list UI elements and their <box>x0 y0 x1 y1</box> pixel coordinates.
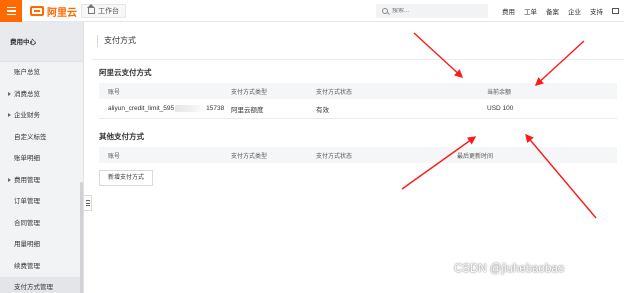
nav-tickets[interactable]: 工单 <box>524 6 537 16</box>
sidebar-item-payment-methods[interactable]: 支付方式管理 <box>0 277 83 293</box>
column-header-account: 账号 <box>108 153 121 160</box>
account-prefix: aliyun_credit_limit_595 <box>108 105 175 112</box>
watermark: CSDN @jiuhebaobao <box>454 263 565 275</box>
account-cell: aliyun_credit_limit_595 15738 <box>108 99 224 118</box>
caret-right-icon <box>8 177 11 182</box>
type-cell: 阿里云额度 <box>231 106 264 114</box>
home-icon <box>87 4 95 14</box>
sidebar-item-label: 企业财务 <box>14 112 40 119</box>
sidebar-item-label: 用量明细 <box>14 241 40 248</box>
other-payment-table-header: 账号 支付方式类型 支付方式状态 最后更新时间 <box>99 147 617 163</box>
caret-right-icon <box>8 113 11 118</box>
redaction-mask <box>175 105 206 112</box>
nav-filing[interactable]: 备案 <box>546 6 559 16</box>
message-icon[interactable] <box>612 8 619 14</box>
sidebar-item-account-overview[interactable]: 账户总览 <box>0 62 83 84</box>
sidebar-item-renewals[interactable]: 续费管理 <box>0 256 83 278</box>
aliyun-payment-section-title: 阿里云支付方式 <box>99 68 152 77</box>
add-payment-method-button[interactable]: 新增支付方式 <box>99 170 154 186</box>
sidebar-item-contracts[interactable]: 合同管理 <box>0 213 83 235</box>
other-payment-section-title: 其他支付方式 <box>99 132 144 141</box>
sidebar-collapse-handle[interactable] <box>84 195 92 211</box>
sidebar-item-custom-tags[interactable]: 自定义标签 <box>0 127 83 149</box>
workbench-label: 工作台 <box>98 8 119 15</box>
sidebar-item-fee-management[interactable]: 费用管理 <box>0 170 83 192</box>
page-title: 支付方式 <box>92 22 624 60</box>
status-cell: 有效 <box>316 106 329 114</box>
column-header-type: 支付方式类型 <box>231 89 268 96</box>
sidebar-item-consumption-overview[interactable]: 消费总览 <box>0 84 83 106</box>
workbench-button[interactable]: 工作台 <box>81 4 126 18</box>
balance-cell: USD 100 <box>487 105 514 112</box>
search-input[interactable] <box>392 8 482 14</box>
column-header-last-updated: 最后更新时间 <box>457 153 494 160</box>
search-icon <box>382 8 388 14</box>
sidebar-item-label: 自定义标签 <box>14 133 47 141</box>
account-suffix: 15738 <box>206 105 225 112</box>
search-box[interactable] <box>376 4 488 18</box>
nav-enterprise[interactable]: 企业 <box>568 6 581 16</box>
sidebar-item-orders[interactable]: 订单管理 <box>0 191 83 213</box>
sidebar-item-label: 账户总览 <box>14 69 40 76</box>
sidebar-item-label: 合同管理 <box>14 219 40 227</box>
sidebar-item-label: 账单明细 <box>14 155 40 162</box>
aliyun-logo[interactable]: 阿里云 <box>30 5 77 19</box>
menu-icon[interactable] <box>0 0 22 22</box>
sidebar: 费用中心 账户总览 消费总览 企业财务 自定义标签 账单明细 费用管理 订单管理… <box>0 22 84 293</box>
table-row: aliyun_credit_limit_595 15738 阿里云额度 有效 U… <box>99 99 617 119</box>
column-header-balance: 当前余额 <box>487 89 512 96</box>
top-nav: 费用 工单 备案 企业 支持 <box>502 0 619 22</box>
sidebar-scrollbar[interactable] <box>80 182 83 293</box>
logo-text: 阿里云 <box>47 7 77 19</box>
top-bar: 阿里云 工作台 费用 工单 备案 企业 支持 <box>0 0 624 22</box>
aliyun-logo-icon <box>30 6 44 16</box>
column-header-account: 账号 <box>108 89 121 96</box>
nav-support[interactable]: 支持 <box>590 6 603 16</box>
sidebar-item-bill-details[interactable]: 账单明细 <box>0 148 83 170</box>
sidebar-item-label: 订单管理 <box>14 198 40 205</box>
sidebar-item-enterprise-finance[interactable]: 企业财务 <box>0 105 83 127</box>
main-content: 支付方式 阿里云支付方式 账号 支付方式类型 支付方式状态 当前余额 aliyu… <box>92 22 624 293</box>
column-header-type: 支付方式类型 <box>231 153 268 160</box>
sidebar-item-label: 消费总览 <box>14 90 40 98</box>
column-header-status: 支付方式状态 <box>316 89 353 96</box>
aliyun-payment-table-header: 账号 支付方式类型 支付方式状态 当前余额 <box>99 83 617 99</box>
sidebar-item-label: 续费管理 <box>14 262 40 270</box>
sidebar-item-usage-details[interactable]: 用量明细 <box>0 234 83 256</box>
nav-fees[interactable]: 费用 <box>502 6 515 16</box>
sidebar-item-label: 费用管理 <box>14 176 40 184</box>
caret-right-icon <box>8 91 11 96</box>
column-header-status: 支付方式状态 <box>316 153 353 160</box>
sidebar-item-label: 支付方式管理 <box>14 284 53 291</box>
sidebar-title: 费用中心 <box>0 22 83 62</box>
